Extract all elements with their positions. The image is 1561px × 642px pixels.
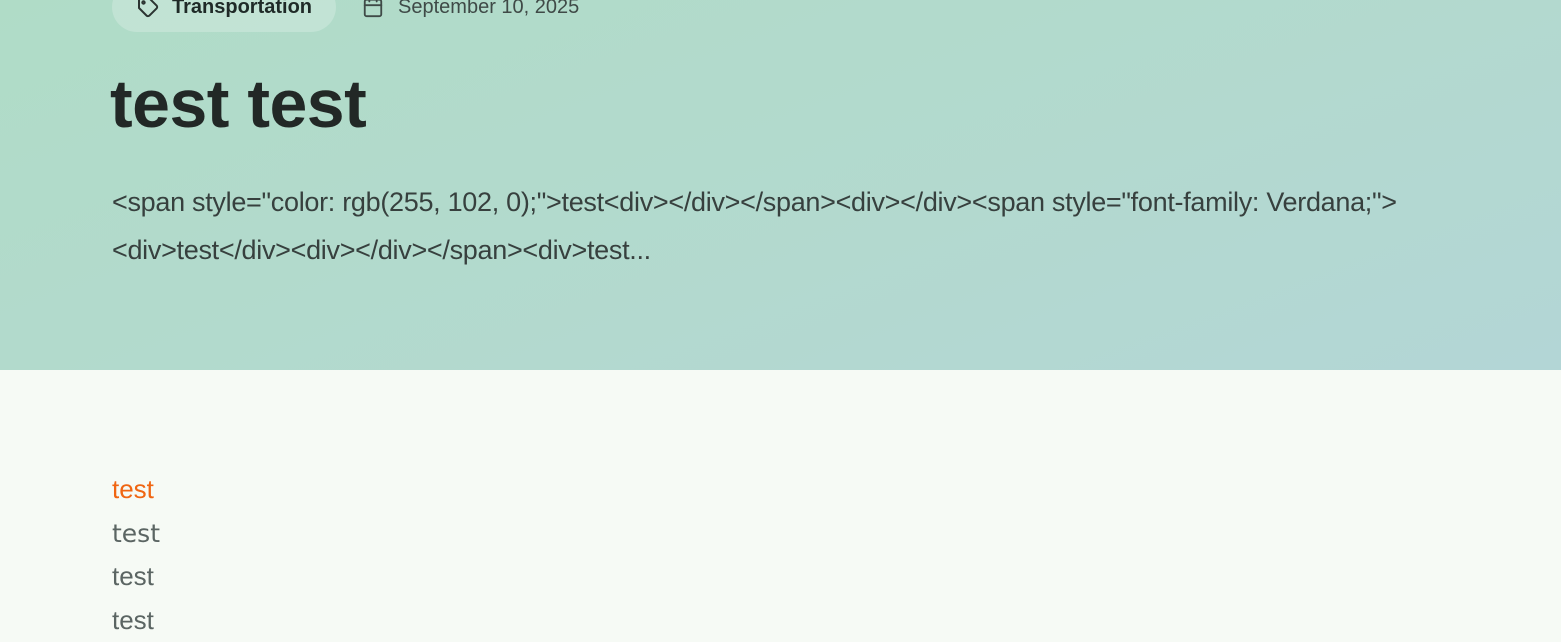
body-line: test	[112, 599, 160, 642]
post-date: September 10, 2025	[362, 0, 579, 19]
post-excerpt: <span style="color: rgb(255, 102, 0);">t…	[112, 178, 1432, 274]
category-link[interactable]: Transportation	[112, 0, 336, 32]
post-title: test test	[110, 62, 366, 146]
date-label: September 10, 2025	[398, 0, 579, 19]
category-label: Transportation	[172, 0, 312, 19]
body-line: test	[112, 512, 160, 556]
post-content: test test test test	[0, 370, 1561, 631]
body-line: test	[112, 555, 160, 599]
post-hero: Transportation September 10, 2025 test t…	[0, 0, 1561, 370]
post-meta: Transportation September 10, 2025	[112, 0, 579, 32]
calendar-icon	[362, 0, 384, 18]
body-line: test	[112, 468, 160, 512]
post-body: test test test test	[112, 468, 160, 642]
tag-icon	[136, 0, 160, 19]
